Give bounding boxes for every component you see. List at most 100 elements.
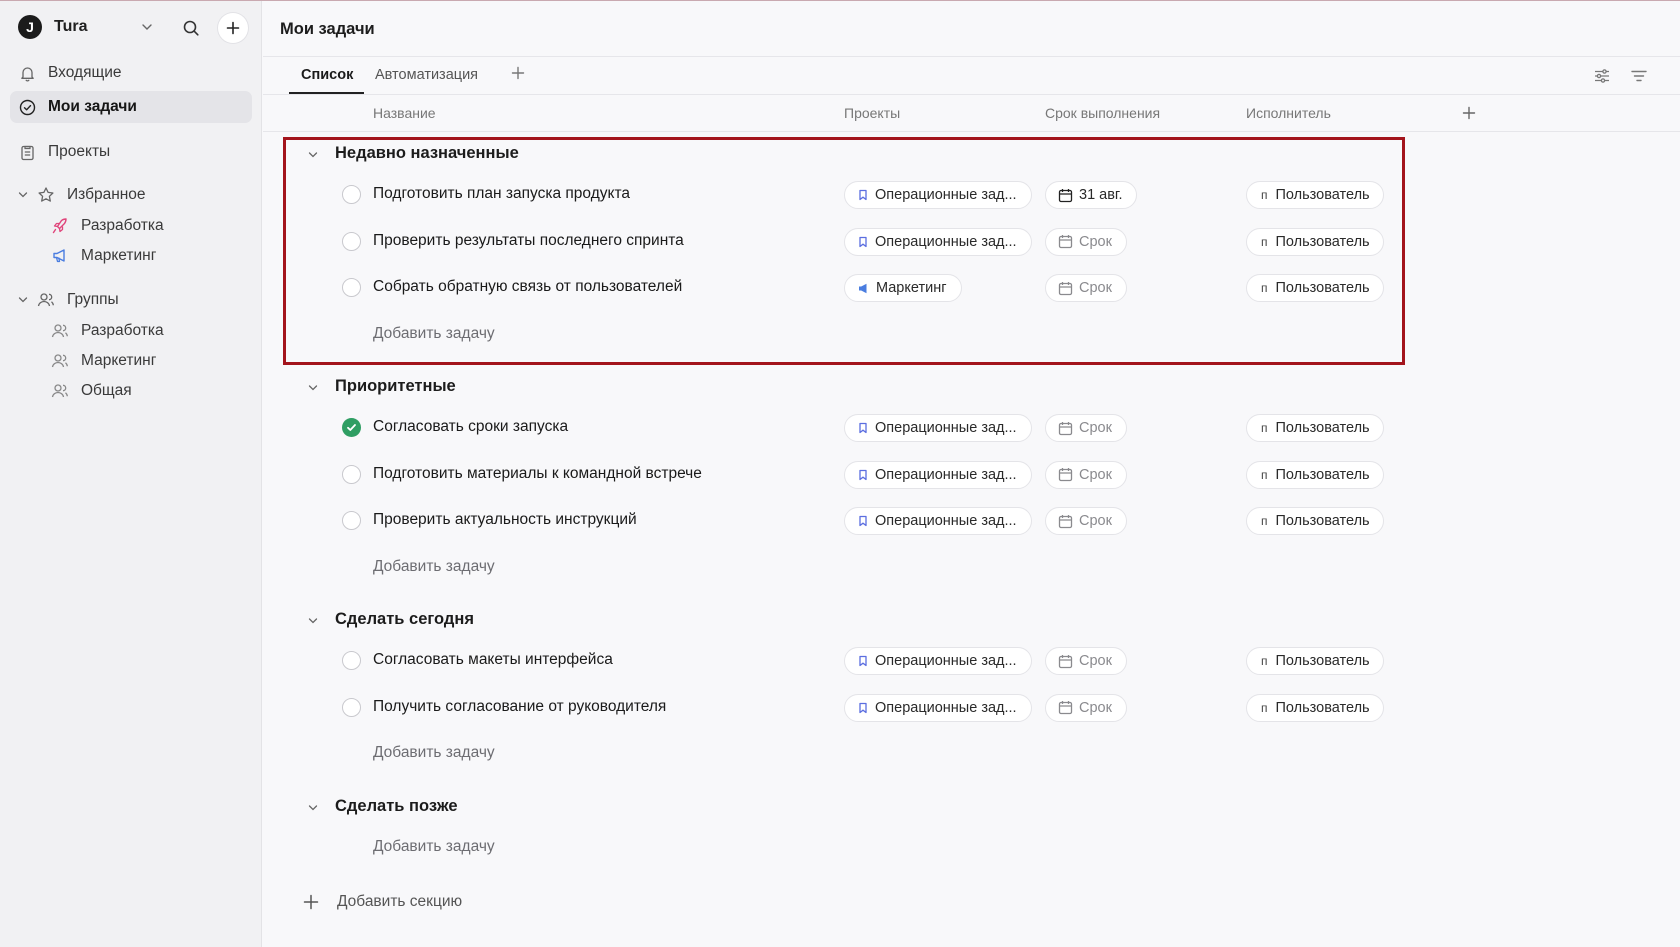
assignee-pill[interactable]: п Пользователь <box>1246 227 1384 256</box>
add-task-button[interactable]: Добавить задачу <box>373 558 495 576</box>
calendar-icon <box>1058 700 1073 715</box>
sidebar-group-groups[interactable]: Группы <box>10 285 252 315</box>
sidebar-favorite-marketing[interactable]: Маркетинг <box>10 242 252 270</box>
sidebar-group-favorites[interactable]: Избранное <box>10 180 252 210</box>
task-complete-checkbox-checked[interactable] <box>342 418 361 437</box>
assignee-pill[interactable]: п Пользователь <box>1246 647 1384 675</box>
filter-icon[interactable] <box>1630 67 1648 85</box>
add-tab-button[interactable] <box>511 66 525 80</box>
column-header-name[interactable]: Название <box>373 105 436 121</box>
column-header-due-date[interactable]: Срок выполнения <box>1045 105 1160 121</box>
task-complete-checkbox[interactable] <box>342 185 361 204</box>
sidebar-item-label: Разработка <box>81 217 164 234</box>
chevron-down-icon[interactable] <box>17 189 29 201</box>
divider <box>263 56 1680 57</box>
sidebar-item-label: Разработка <box>81 322 164 339</box>
chevron-down-icon[interactable] <box>17 294 29 306</box>
project-pill[interactable]: Операционные зад... <box>844 227 1032 256</box>
add-task-button[interactable]: Добавить задачу <box>373 325 495 343</box>
sidebar-group-label: Избранное <box>67 186 146 203</box>
assignee-pill[interactable]: п Пользователь <box>1246 507 1384 535</box>
task-name[interactable]: Проверить актуальность инструкций <box>373 511 637 529</box>
chevron-down-icon[interactable] <box>307 802 319 814</box>
task-row[interactable]: Собрать обратную связь от пользователей М… <box>263 266 1680 310</box>
workspace-name[interactable]: Tura <box>54 18 87 36</box>
assignee-pill[interactable]: п Пользователь <box>1246 414 1384 442</box>
task-complete-checkbox[interactable] <box>342 278 361 297</box>
assignee-pill[interactable]: п Пользователь <box>1246 274 1384 302</box>
task-row[interactable]: Подготовить материалы к командной встреч… <box>263 453 1680 497</box>
sidebar-group-label: Группы <box>67 291 119 308</box>
assignee-avatar: п <box>1261 421 1268 435</box>
due-date-pill[interactable]: 31 авг. <box>1045 181 1138 209</box>
task-complete-checkbox[interactable] <box>342 511 361 530</box>
due-date-pill[interactable]: Срок <box>1045 227 1127 256</box>
plus-icon <box>1462 106 1476 120</box>
sidebar-item-projects[interactable]: Проекты <box>10 136 252 168</box>
task-name[interactable]: Собрать обратную связь от пользователей <box>373 278 682 296</box>
create-button[interactable] <box>218 13 248 43</box>
project-pill[interactable]: Маркетинг <box>844 274 962 302</box>
project-name: Операционные зад... <box>875 187 1017 203</box>
sidebar-group-development[interactable]: Разработка <box>10 317 252 345</box>
task-name[interactable]: Согласовать макеты интерфейса <box>373 651 613 669</box>
task-name[interactable]: Проверить результаты последнего спринта <box>373 232 684 250</box>
task-name[interactable]: Подготовить материалы к командной встреч… <box>373 465 702 483</box>
task-complete-checkbox[interactable] <box>342 464 361 484</box>
add-column-button[interactable] <box>1462 106 1476 120</box>
bookmark-icon <box>857 515 869 527</box>
assignee-pill[interactable]: п Пользователь <box>1246 693 1384 722</box>
sidebar-item-my-tasks[interactable]: Мои задачи <box>10 91 252 123</box>
project-pill[interactable]: Операционные зад... <box>844 460 1032 489</box>
assignee-name: Пользователь <box>1275 466 1370 483</box>
task-row[interactable]: Проверить актуальность инструкций Операци… <box>263 499 1680 543</box>
column-header-projects[interactable]: Проекты <box>844 105 900 121</box>
chevron-down-icon[interactable] <box>307 615 319 627</box>
task-name[interactable]: Подготовить план запуска продукта <box>373 185 630 203</box>
add-task-button[interactable]: Добавить задачу <box>373 838 495 856</box>
project-name: Операционные зад... <box>875 699 1017 716</box>
task-name[interactable]: Получить согласование от руководителя <box>373 698 666 716</box>
task-complete-checkbox[interactable] <box>342 231 361 251</box>
column-header-assignee[interactable]: Исполнитель <box>1246 105 1331 121</box>
users-icon <box>51 382 69 400</box>
bookmark-icon <box>857 655 869 667</box>
sliders-icon[interactable] <box>1593 67 1611 85</box>
calendar-icon <box>1058 421 1073 436</box>
task-row[interactable]: Согласовать сроки запуска Операционные за… <box>263 406 1680 450</box>
due-date-pill[interactable]: Срок <box>1045 414 1127 442</box>
due-date-pill[interactable]: Срок <box>1045 507 1127 535</box>
sidebar-group-general[interactable]: Общая <box>10 377 252 405</box>
chevron-down-icon[interactable] <box>307 149 319 161</box>
sidebar-item-inbox[interactable]: Входящие <box>10 57 252 89</box>
task-name[interactable]: Согласовать сроки запуска <box>373 418 568 436</box>
task-row[interactable]: Получить согласование от руководителя Опе… <box>263 686 1680 730</box>
project-pill[interactable]: Операционные зад... <box>844 507 1032 535</box>
task-row[interactable]: Проверить результаты последнего спринта О… <box>263 220 1680 264</box>
task-row[interactable]: Подготовить план запуска продукта Операци… <box>263 173 1680 217</box>
project-pill[interactable]: Операционные зад... <box>844 693 1032 722</box>
project-pill[interactable]: Операционные зад... <box>844 414 1032 442</box>
bell-icon <box>19 65 36 82</box>
due-date-pill[interactable]: Срок <box>1045 460 1127 489</box>
project-pill[interactable]: Операционные зад... <box>844 181 1032 209</box>
chevron-down-icon[interactable] <box>307 382 319 394</box>
task-complete-checkbox[interactable] <box>342 697 361 717</box>
sidebar-favorite-development[interactable]: Разработка <box>10 212 252 240</box>
workspace-logo[interactable]: J <box>18 15 42 39</box>
project-pill[interactable]: Операционные зад... <box>844 647 1032 675</box>
task-row[interactable]: Согласовать макеты интерфейса Операционны… <box>263 639 1680 683</box>
due-date-pill[interactable]: Срок <box>1045 647 1127 675</box>
assignee-pill[interactable]: п Пользователь <box>1246 181 1384 209</box>
due-date-pill[interactable]: Срок <box>1045 693 1127 722</box>
sidebar-group-marketing[interactable]: Маркетинг <box>10 347 252 375</box>
due-date-value: Срок <box>1079 513 1112 529</box>
chevron-down-icon[interactable] <box>140 20 154 34</box>
search-icon[interactable] <box>182 19 200 37</box>
due-date-pill[interactable]: Срок <box>1045 274 1127 302</box>
tab-automation[interactable]: Автоматизация <box>375 67 478 83</box>
add-task-button[interactable]: Добавить задачу <box>373 744 495 762</box>
task-complete-checkbox[interactable] <box>342 651 361 670</box>
assignee-pill[interactable]: п Пользователь <box>1246 460 1384 489</box>
tab-list[interactable]: Список <box>301 67 353 83</box>
